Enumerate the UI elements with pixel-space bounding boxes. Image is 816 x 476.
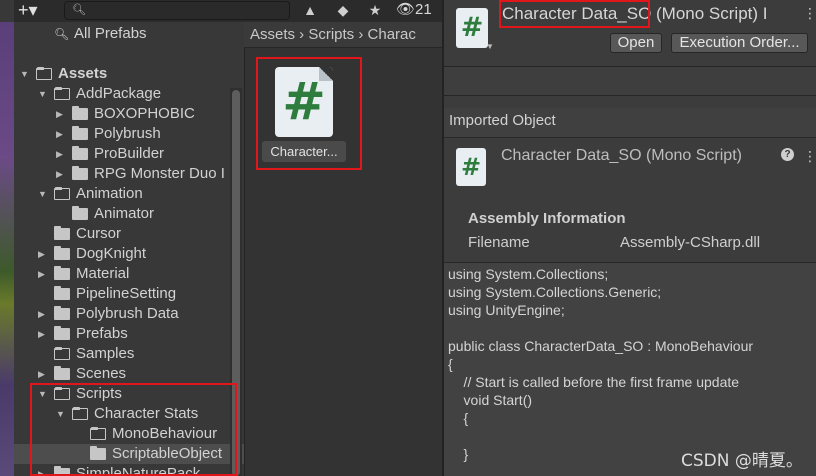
- open-folder-icon: [36, 67, 52, 80]
- tree-folder-row[interactable]: PipelineSetting: [14, 284, 244, 304]
- open-folder-icon: [54, 187, 70, 200]
- tree-folder-label: Samples: [76, 345, 135, 362]
- tree-folder-row[interactable]: ▼ AddPackage: [14, 84, 244, 104]
- collapsed-arrow-icon[interactable]: ▶: [38, 264, 48, 284]
- collapsed-arrow-icon[interactable]: ▶: [38, 324, 48, 344]
- search-input[interactable]: 🔍︎: [64, 1, 290, 20]
- folder-icon: [72, 166, 88, 180]
- eye-slash-icon: 👁︎: [396, 1, 416, 18]
- tree-folder-label: RPG Monster Duo I: [94, 165, 225, 182]
- imported-object-header: Imported Object: [444, 108, 816, 138]
- add-create-button[interactable]: +▾: [18, 0, 56, 22]
- tree-folder-row[interactable]: ▶ BOXOPHOBIC: [14, 104, 244, 124]
- tree-folder-label: Cursor: [76, 225, 122, 242]
- hash-glyph: #: [460, 12, 484, 43]
- script-icon: #: [456, 148, 486, 186]
- imported-object-title: Character Data_SO (Mono Script): [501, 147, 742, 164]
- expanded-arrow-icon[interactable]: ▼: [38, 184, 48, 204]
- folder-icon: [54, 226, 70, 240]
- folder-icon: [72, 126, 88, 140]
- filter-by-type-icon[interactable]: ▲: [297, 0, 323, 22]
- inspector-spacer: [444, 66, 816, 96]
- hidden-count: 21: [415, 1, 432, 18]
- folder-icon: [54, 266, 70, 280]
- open-folder-icon: [54, 87, 70, 100]
- tree-folder-label: ProBuilder: [94, 145, 165, 162]
- folder-icon: [54, 347, 70, 360]
- tree-folder-row[interactable]: ▶ DogKnight: [14, 244, 244, 264]
- annotation-box: [499, 0, 650, 28]
- tree-folder-label: Animation: [76, 185, 143, 202]
- favorite-all-prefabs[interactable]: 🔍︎ All Prefabs: [14, 24, 244, 44]
- script-icon: #: [456, 8, 488, 48]
- tree-folder-row[interactable]: ▼ Animation: [14, 184, 244, 204]
- tree-folder-row[interactable]: ▶ Prefabs: [14, 324, 244, 344]
- tree-folder-label: Prefabs: [76, 325, 128, 342]
- collapsed-arrow-icon[interactable]: ▶: [38, 304, 48, 324]
- folder-icon: [54, 306, 70, 320]
- hash-glyph: #: [460, 153, 482, 181]
- folder-icon: [72, 106, 88, 120]
- collapsed-arrow-icon[interactable]: ▶: [38, 364, 48, 384]
- expanded-arrow-icon[interactable]: ▼: [38, 84, 48, 104]
- tree-folder-row[interactable]: ▶ Scenes: [14, 364, 244, 384]
- annotation-box: [256, 57, 362, 170]
- tree-folder-label: Assets: [58, 65, 108, 82]
- folder-icon: [54, 286, 70, 300]
- assembly-information-heading: Assembly Information: [468, 210, 626, 227]
- tree-folder-label: AddPackage: [76, 85, 162, 102]
- inspector-title-type: (Mono Script) I: [651, 4, 768, 23]
- tree-folder-row[interactable]: ▶ Material: [14, 264, 244, 284]
- script-source: using System.Collections; using System.C…: [448, 266, 754, 462]
- collapsed-arrow-icon[interactable]: ▶: [56, 104, 66, 124]
- execution-order-button[interactable]: Execution Order...: [671, 33, 808, 53]
- filename-value: Assembly-CSharp.dll: [620, 234, 761, 251]
- expanded-arrow-icon[interactable]: ▼: [20, 64, 30, 84]
- collapsed-arrow-icon[interactable]: ▶: [56, 164, 66, 184]
- filename-label: Filename: [468, 234, 530, 251]
- kebab-menu-icon[interactable]: ⋮: [803, 149, 816, 163]
- kebab-menu-icon[interactable]: ⋮: [803, 6, 816, 20]
- tree-folder-label: Scenes: [76, 365, 127, 382]
- scene-view-strip: [0, 22, 14, 476]
- tree-folder-row[interactable]: Cursor: [14, 224, 244, 244]
- favorite-label: All Prefabs: [74, 25, 147, 42]
- watermark: CSDN @晴夏。: [681, 451, 803, 471]
- tree-folder-label: PipelineSetting: [76, 285, 177, 302]
- tree-folder-label: Animator: [94, 205, 155, 222]
- tree-folder-label: Material: [76, 265, 130, 282]
- tree-folder-label: Polybrush: [94, 125, 161, 142]
- folder-icon: [72, 146, 88, 160]
- search-icon: 🔍︎: [72, 4, 86, 16]
- favorites-star-icon[interactable]: ★: [362, 0, 388, 22]
- folder-icon: [72, 206, 88, 220]
- folder-icon: [54, 246, 70, 260]
- tree-folder-row[interactable]: ▼ Assets: [14, 64, 244, 84]
- help-icon[interactable]: ?: [781, 148, 794, 161]
- tree-folder-label: DogKnight: [76, 245, 147, 262]
- folder-icon: [54, 366, 70, 380]
- tree-folder-label: Polybrush Data: [76, 305, 179, 322]
- tree-folder-row[interactable]: ▶ Polybrush Data: [14, 304, 244, 324]
- collapsed-arrow-icon[interactable]: ▶: [56, 144, 66, 164]
- collapsed-arrow-icon[interactable]: ▶: [38, 244, 48, 264]
- tree-folder-row[interactable]: ▶ ProBuilder: [14, 144, 244, 164]
- annotation-box: [30, 383, 237, 476]
- tree-folder-row[interactable]: ▶ Polybrush: [14, 124, 244, 144]
- tree-folder-row[interactable]: Animator: [14, 204, 244, 224]
- tree-folder-label: BOXOPHOBIC: [94, 105, 195, 122]
- collapsed-arrow-icon[interactable]: ▶: [56, 124, 66, 144]
- script-preview: using System.Collections; using System.C…: [444, 262, 816, 476]
- folder-icon: [54, 326, 70, 340]
- search-icon: 🔍︎: [54, 27, 70, 41]
- filter-by-label-icon[interactable]: ◆: [330, 0, 356, 22]
- hidden-packages-toggle[interactable]: 👁︎21: [396, 0, 442, 22]
- breadcrumb[interactable]: Assets › Scripts › Charac: [244, 22, 442, 48]
- open-button[interactable]: Open: [610, 33, 662, 53]
- tree-folder-row[interactable]: ▶ RPG Monster Duo I: [14, 164, 244, 184]
- tree-folder-row[interactable]: Samples: [14, 344, 244, 364]
- icon-dropdown-icon[interactable]: ▼: [486, 42, 494, 51]
